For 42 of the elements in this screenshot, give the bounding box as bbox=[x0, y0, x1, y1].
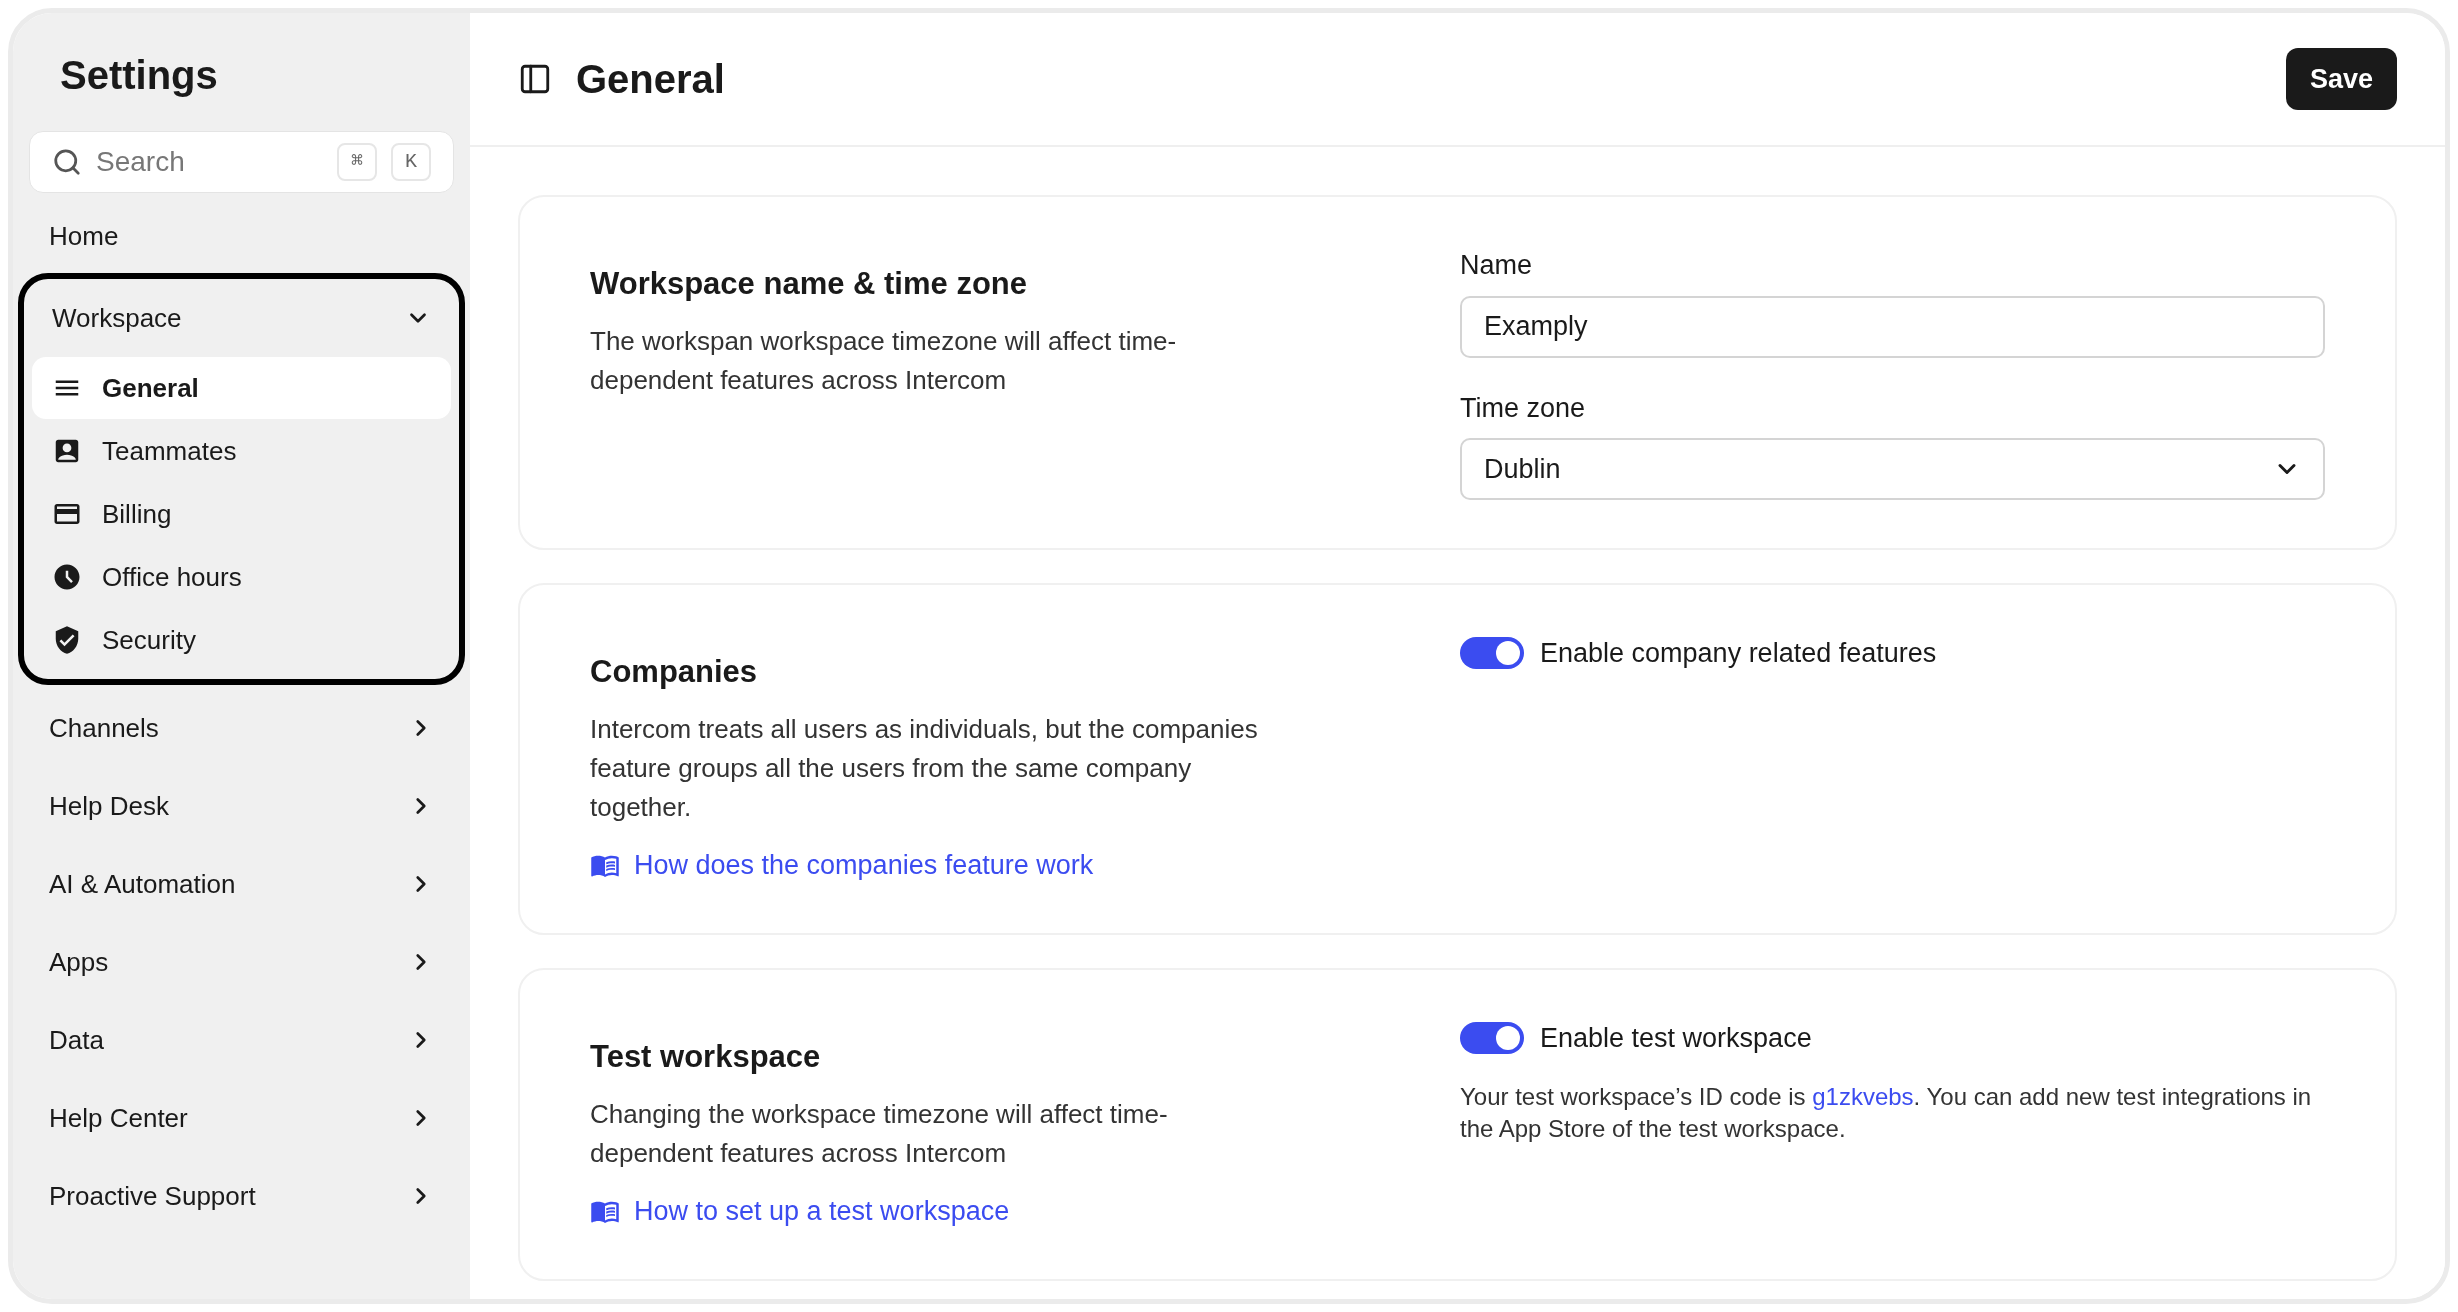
field-label: Name bbox=[1460, 249, 1534, 282]
sidebar-toggle-icon[interactable] bbox=[518, 62, 552, 96]
sidebar-group-header[interactable]: Help Desk bbox=[29, 767, 454, 845]
search-icon bbox=[52, 147, 82, 177]
time-zone-select[interactable]: Dublin bbox=[1460, 438, 2325, 500]
toggle-switch[interactable] bbox=[1460, 637, 1524, 670]
name-input-field[interactable]: Examply bbox=[1460, 295, 2325, 358]
sidebar-group-header[interactable]: Apps bbox=[29, 923, 454, 1001]
help-link[interactable]: How does the companies feature work bbox=[590, 844, 1270, 885]
clock-icon bbox=[52, 562, 82, 592]
field-label: Time zone bbox=[1460, 391, 1587, 425]
id-code-link[interactable]: g1zkvebs bbox=[1812, 1082, 1914, 1110]
section-description: Intercom treats all users as individuals, but the companies feature groups all the users from the same company together. bbox=[590, 712, 1259, 824]
section-title: Workspace name & time zone bbox=[590, 265, 1028, 303]
sidebar-group-header[interactable]: Workspace bbox=[32, 279, 451, 357]
sidebar-title: Settings bbox=[60, 55, 219, 95]
sidebar-subitem[interactable]: Billing bbox=[32, 483, 451, 545]
section-description: The workspan workspace timezone will affect time-dependent features across Intercom bbox=[590, 324, 1178, 397]
section-title: Companies bbox=[590, 653, 759, 691]
sidebar-group-header[interactable]: Channels bbox=[29, 689, 454, 767]
section-description: Changing the workspace timezone will affect time-dependent features across Intercom bbox=[590, 1097, 1169, 1170]
sidebar-group-header[interactable]: Proactive Support bbox=[29, 1157, 454, 1235]
test-workspace-note: Your test workspace’s ID code is g1zkvebs. You can add new test integrations in the App Store of the test workspace. bbox=[1460, 1081, 2313, 1144]
sidebar-subitem[interactable]: Office hours bbox=[32, 546, 451, 608]
save-button[interactable]: Save bbox=[2285, 48, 2397, 110]
sidebar-item[interactable]: Home bbox=[29, 203, 454, 269]
help-link[interactable]: How to set up a test workspace bbox=[590, 1190, 1270, 1231]
shortcut-key: ⌘ bbox=[337, 143, 377, 181]
shortcut-key: K bbox=[391, 143, 431, 181]
search-field[interactable]: Search ⌘ K bbox=[29, 131, 454, 193]
toggle-label: Enable company related features bbox=[1540, 637, 1937, 670]
sidebar-subitem[interactable]: General bbox=[32, 357, 451, 419]
sidebar-group-header[interactable]: Data bbox=[29, 1001, 454, 1079]
sidebar-subitem[interactable]: Security bbox=[32, 609, 451, 671]
toggle-switch[interactable] bbox=[1460, 1022, 1524, 1055]
search-input-field[interactable]: Search bbox=[96, 141, 323, 183]
page-title: General bbox=[576, 56, 726, 103]
sidebar-group-header[interactable]: AI & Automation bbox=[29, 845, 454, 923]
sidebar-group-header[interactable]: Help Center bbox=[29, 1079, 454, 1157]
sidebar-subitem[interactable]: Teammates bbox=[32, 420, 451, 482]
section-title: Test workspace bbox=[590, 1038, 822, 1076]
toggle-label: Enable test workspace bbox=[1540, 1022, 1812, 1055]
